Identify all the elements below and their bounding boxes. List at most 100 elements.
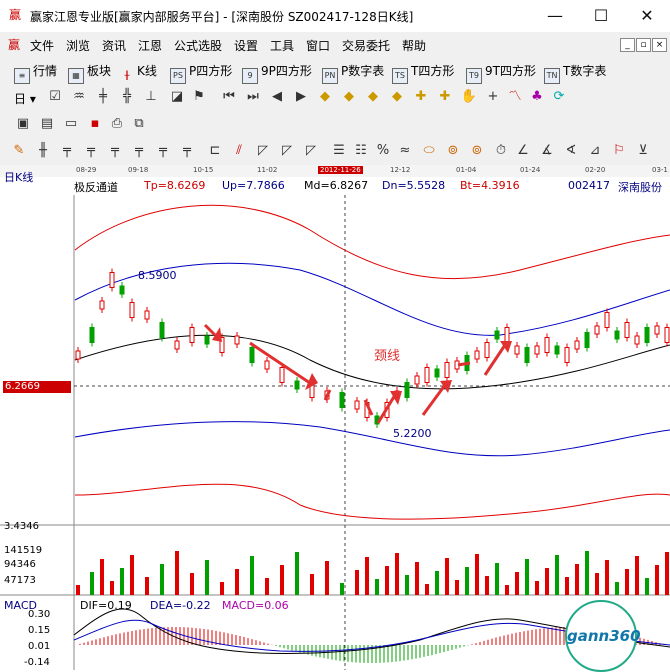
menu-info[interactable]: 资讯 — [102, 37, 126, 54]
volume-bar — [385, 566, 389, 595]
volume-bar — [310, 574, 314, 595]
tb-t-table-button[interactable]: TN T数字表 — [544, 62, 606, 84]
menu-help[interactable]: 帮助 — [402, 37, 426, 54]
fan2-icon[interactable]: ◸ — [254, 142, 272, 160]
menu-settings[interactable]: 设置 — [234, 37, 258, 54]
diamond-up-icon[interactable]: ◆ — [316, 88, 334, 106]
mark-icon[interactable]: ⚐ — [610, 142, 628, 160]
maximize-button[interactable]: ☐ — [578, 2, 624, 30]
export-icon[interactable]: ⧉ — [130, 115, 148, 133]
candle-type-icon[interactable]: ⊥ — [142, 88, 160, 106]
menu-formula[interactable]: 公式选股 — [174, 37, 222, 54]
angle2-icon[interactable]: ∡ — [538, 142, 556, 160]
fan3-icon[interactable]: ◸ — [278, 142, 296, 160]
pencil-icon[interactable]: ✎ — [10, 142, 28, 160]
bar-chart-icon[interactable]: ╪ — [94, 88, 112, 106]
gann-fan-icon[interactable]: ◪ — [168, 88, 186, 106]
menu-file[interactable]: 文件 — [30, 37, 54, 54]
volume-bar — [545, 568, 549, 595]
print-icon[interactable]: ⎙ — [108, 115, 126, 133]
cycle2-icon[interactable]: ⊚ — [468, 142, 486, 160]
box-icon[interactable]: ⊏ — [206, 142, 224, 160]
candle-body — [494, 330, 500, 340]
mark2-icon[interactable]: ⊻ — [634, 142, 652, 160]
close-button[interactable]: ✕ — [624, 2, 670, 30]
next-icon[interactable]: ▶ — [292, 88, 310, 106]
first-page-icon[interactable]: ⏮ — [220, 88, 238, 106]
minimize-button[interactable]: — — [532, 2, 578, 30]
calendar-icon[interactable]: ▣ — [14, 115, 32, 133]
refresh-icon[interactable]: ⟳ — [550, 88, 568, 106]
time-icon[interactable]: ⏱ — [492, 142, 510, 160]
calc-icon[interactable]: ▤ — [38, 115, 56, 133]
fib2-icon[interactable]: ╤ — [82, 142, 100, 160]
tb-t-square-button[interactable]: TS T四方形 — [392, 62, 454, 84]
p9-icon: 9 — [242, 68, 258, 84]
last-page-icon[interactable]: ⏭ — [244, 88, 262, 106]
grid-icon[interactable]: ☰ — [330, 142, 348, 160]
menu-tools[interactable]: 工具 — [270, 37, 294, 54]
tb-p-square-button[interactable]: PS P四方形 — [170, 62, 232, 84]
percent-icon[interactable]: % — [374, 142, 392, 160]
tb-9t-square-button[interactable]: T9 9T四方形 — [466, 62, 536, 84]
tb-p-table-button[interactable]: PN P数字表 — [322, 62, 384, 84]
wave-icon[interactable]: ≈ — [396, 142, 414, 160]
mdi-minimize-button[interactable]: _ — [620, 38, 635, 52]
diamond-down-icon[interactable]: ◆ — [340, 88, 358, 106]
hand-tool-icon[interactable]: ✋ — [460, 88, 478, 106]
volume-bar — [265, 578, 269, 595]
menu-browse[interactable]: 浏览 — [66, 37, 90, 54]
oval-icon[interactable]: ⬭ — [420, 142, 438, 160]
volume-bar — [665, 552, 669, 595]
menu-window[interactable]: 窗口 — [306, 37, 330, 54]
zoom-in-icon[interactable]: ✚ — [412, 88, 430, 106]
tb-sector-button[interactable]: ▦ 板块 — [68, 62, 111, 84]
zoom-out-icon[interactable]: ✚ — [436, 88, 454, 106]
period-select[interactable]: 日 ▾ — [14, 90, 36, 107]
draw-line-icon[interactable]: 〽 — [506, 88, 524, 106]
tb-9p-square-button[interactable]: 9 9P四方形 — [242, 62, 312, 84]
angle3-icon[interactable]: ∢ — [562, 142, 580, 160]
menu-trade[interactable]: 交易委托 — [342, 37, 390, 54]
toolbar-draw: ✎ ╫ ╤ ╤ ╤ ╤ ╤ ╤ ⊏ ⫽ ◸ ◸ ◸ ☰ ☷ % ≈ ⬭ ⊚ ⊚ … — [0, 139, 670, 166]
date-label: 09-18 — [128, 166, 149, 174]
t9-icon: T9 — [466, 68, 482, 84]
volume-bar — [205, 560, 209, 595]
fib3-icon[interactable]: ╤ — [106, 142, 124, 160]
angle4-icon[interactable]: ⊿ — [586, 142, 604, 160]
prev-icon[interactable]: ◀ — [268, 88, 286, 106]
gann-icon[interactable]: ♣ — [528, 88, 546, 106]
fib-icon[interactable]: ╤ — [58, 142, 76, 160]
mdi-restore-button[interactable]: ▫ — [636, 38, 651, 52]
sector-icon: ▦ — [68, 68, 84, 84]
vline-icon[interactable]: ╫ — [34, 142, 52, 160]
app-menu-icon[interactable]: 赢 — [8, 38, 22, 52]
diamond-right-icon[interactable]: ◆ — [388, 88, 406, 106]
candle-icon[interactable]: ╬ — [118, 88, 136, 106]
volume-bar — [340, 583, 344, 595]
volume-bar — [565, 577, 569, 595]
save-icon[interactable]: ▪ — [86, 115, 104, 133]
menu-gann[interactable]: 江恩 — [138, 37, 162, 54]
diamond-left-icon[interactable]: ◆ — [364, 88, 382, 106]
chart-style-icon[interactable]: ☑ — [46, 88, 64, 106]
flag-icon[interactable]: ⚑ — [190, 88, 208, 106]
angle-icon[interactable]: ∠ — [514, 142, 532, 160]
macd-tick: 0.15 — [28, 625, 51, 636]
fan4-icon[interactable]: ◸ — [302, 142, 320, 160]
fib4-icon[interactable]: ╤ — [130, 142, 148, 160]
candle-body — [234, 335, 240, 345]
fib6-icon[interactable]: ╤ — [178, 142, 196, 160]
fib5-icon[interactable]: ╤ — [154, 142, 172, 160]
tb-quote-button[interactable]: ≡ 行情 — [14, 62, 57, 84]
mdi-close-button[interactable]: × — [652, 38, 667, 52]
tb-kline-button[interactable]: ╫ K线 — [120, 62, 157, 83]
window-icon[interactable]: ▭ — [62, 115, 80, 133]
fan-icon[interactable]: ⫽ — [230, 142, 248, 160]
crosshair-icon[interactable]: + — [484, 88, 502, 106]
cycle-icon[interactable]: ⊚ — [444, 142, 462, 160]
indicator-icon[interactable]: ♒ — [70, 88, 88, 106]
candle-body — [664, 327, 670, 343]
chart-area[interactable]: 6.2669 8.5900 5.2200 颈线 3.4346 141519 94… — [0, 195, 670, 670]
grid2-icon[interactable]: ☷ — [352, 142, 370, 160]
